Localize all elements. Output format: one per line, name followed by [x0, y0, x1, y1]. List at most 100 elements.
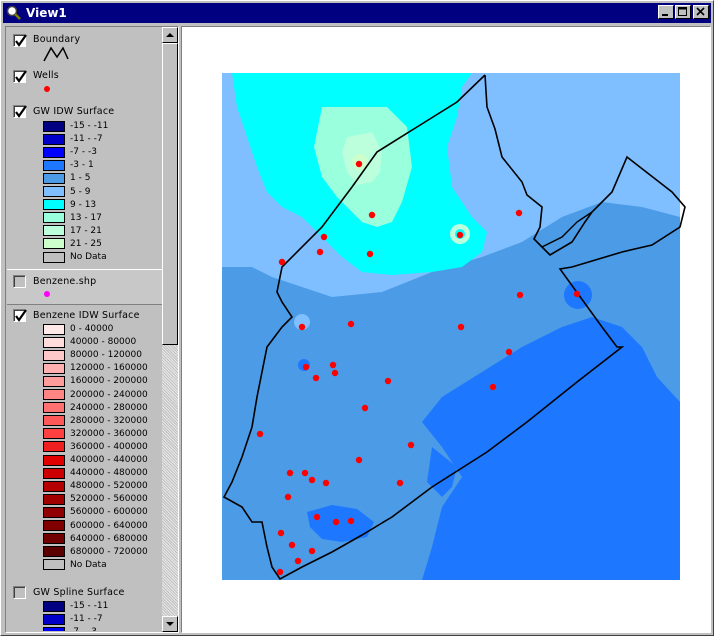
legend-label: 40000 - 80000: [70, 337, 137, 348]
well-point[interactable]: [276, 568, 284, 576]
legend-label: 160000 - 200000: [70, 376, 148, 387]
legend-swatch: [43, 133, 65, 145]
legend-swatch: [43, 626, 65, 631]
legend-row: 240000 - 280000: [43, 402, 148, 414]
well-point[interactable]: [368, 211, 376, 219]
scroll-thumb[interactable]: [162, 43, 178, 345]
layer-visibility-checkbox[interactable]: [13, 586, 26, 599]
well-point[interactable]: [515, 209, 523, 217]
well-point[interactable]: [301, 469, 309, 477]
toc-content: Boundary Wells GW IDW Surface -15 - -11 …: [7, 28, 164, 631]
well-point[interactable]: [308, 547, 316, 555]
legend-label: -11 - -7: [70, 614, 103, 625]
legend-label: 5 - 9: [70, 186, 91, 197]
legend-swatch: [43, 225, 65, 237]
layer-visibility-checkbox[interactable]: [13, 105, 27, 118]
well-point[interactable]: [302, 363, 310, 371]
layer-benzene-shp[interactable]: Benzene.shp: [7, 269, 164, 305]
well-point[interactable]: [322, 479, 330, 487]
well-point[interactable]: [355, 160, 363, 168]
well-point[interactable]: [284, 493, 292, 501]
close-icon: [696, 7, 705, 16]
well-point[interactable]: [366, 250, 374, 258]
map-canvas[interactable]: [182, 27, 710, 632]
well-point[interactable]: [347, 517, 355, 525]
title-bar[interactable]: View1: [3, 3, 711, 23]
legend-row: 120000 - 160000: [43, 362, 148, 374]
well-point[interactable]: [573, 290, 581, 298]
layer-visibility-checkbox[interactable]: [13, 309, 27, 322]
close-button[interactable]: [693, 5, 709, 19]
table-of-contents: Boundary Wells GW IDW Surface -15 - -11 …: [5, 26, 179, 633]
scroll-down-button[interactable]: [162, 616, 178, 632]
legend-row: 9 - 13: [43, 199, 96, 211]
toc-scrollbar[interactable]: [162, 27, 178, 632]
check-icon: [15, 309, 27, 322]
well-point[interactable]: [320, 233, 328, 241]
well-point[interactable]: [331, 369, 339, 377]
well-point[interactable]: [489, 383, 497, 391]
well-point[interactable]: [298, 323, 306, 331]
legend-row: 680000 - 720000: [43, 546, 148, 558]
well-point[interactable]: [361, 404, 369, 412]
well-point[interactable]: [313, 513, 321, 521]
legend-swatch: [43, 172, 65, 184]
well-point[interactable]: [278, 258, 286, 266]
well-point[interactable]: [286, 469, 294, 477]
well-point[interactable]: [407, 441, 415, 449]
legend-swatch: [43, 120, 65, 132]
maximize-button[interactable]: [675, 5, 691, 19]
well-point[interactable]: [294, 557, 302, 565]
legend-label: No Data: [70, 252, 107, 262]
well-point[interactable]: [516, 291, 524, 299]
layer-gw-spline-surface[interactable]: GW Spline Surface -15 - -11 -11 - -7 -7 - …: [7, 584, 164, 631]
well-point[interactable]: [316, 248, 324, 256]
maximize-icon: [678, 7, 687, 16]
legend-row: -7 - -3: [43, 146, 97, 158]
window-title: View1: [26, 6, 67, 20]
legend-label: 320000 - 360000: [70, 428, 148, 439]
legend-swatch: [43, 238, 65, 250]
legend-label: -15 - -11: [70, 121, 109, 131]
legend-label: 13 - 17: [70, 212, 102, 223]
well-point[interactable]: [505, 348, 513, 356]
well-point[interactable]: [256, 430, 264, 438]
well-point[interactable]: [288, 541, 296, 549]
layer-visibility-checkbox[interactable]: [13, 275, 26, 288]
layer-visibility-checkbox[interactable]: [13, 70, 27, 83]
well-point[interactable]: [457, 323, 465, 331]
well-point[interactable]: [332, 518, 340, 526]
layer-benzene-idw-surface[interactable]: Benzene IDW Surface 0 - 40000 40000 - 800…: [7, 308, 164, 580]
legend-label: 480000 - 520000: [70, 481, 148, 492]
layer-gw-idw-surface[interactable]: GW IDW Surface -15 - -11 -11 - -7 -7 - -3 -…: [7, 104, 164, 264]
layer-name: GW Spline Surface: [33, 587, 125, 598]
legend-label: 360000 - 400000: [70, 441, 148, 452]
legend-swatch: [43, 375, 65, 387]
legend-swatch: [43, 362, 65, 374]
well-point[interactable]: [277, 529, 285, 537]
well-point[interactable]: [308, 476, 316, 484]
legend-swatch: [43, 520, 65, 531]
legend-row: -3 - 1: [43, 159, 94, 171]
well-point[interactable]: [312, 374, 320, 382]
well-point[interactable]: [396, 479, 404, 487]
layer-boundary[interactable]: Boundary: [7, 28, 164, 68]
well-point[interactable]: [329, 361, 337, 369]
legend-row: 80000 - 120000: [43, 349, 142, 361]
layer-visibility-checkbox[interactable]: [13, 34, 27, 47]
well-point[interactable]: [384, 377, 392, 385]
well-point[interactable]: [456, 231, 464, 239]
minimize-icon: [662, 14, 668, 16]
legend-row: -11 - -7: [43, 613, 103, 625]
layer-wells[interactable]: Wells: [7, 68, 164, 96]
well-point[interactable]: [347, 320, 355, 328]
legend-row: -11 - -7: [43, 133, 103, 145]
layer-name: Benzene IDW Surface: [33, 310, 140, 321]
legend-row: 1 - 5: [43, 172, 90, 184]
legend-label: -7 - -3: [70, 147, 97, 158]
view-app-icon: [6, 5, 21, 20]
minimize-button[interactable]: [658, 5, 674, 19]
scroll-up-button[interactable]: [162, 27, 178, 43]
well-point[interactable]: [355, 456, 363, 464]
map-display[interactable]: [181, 26, 711, 633]
